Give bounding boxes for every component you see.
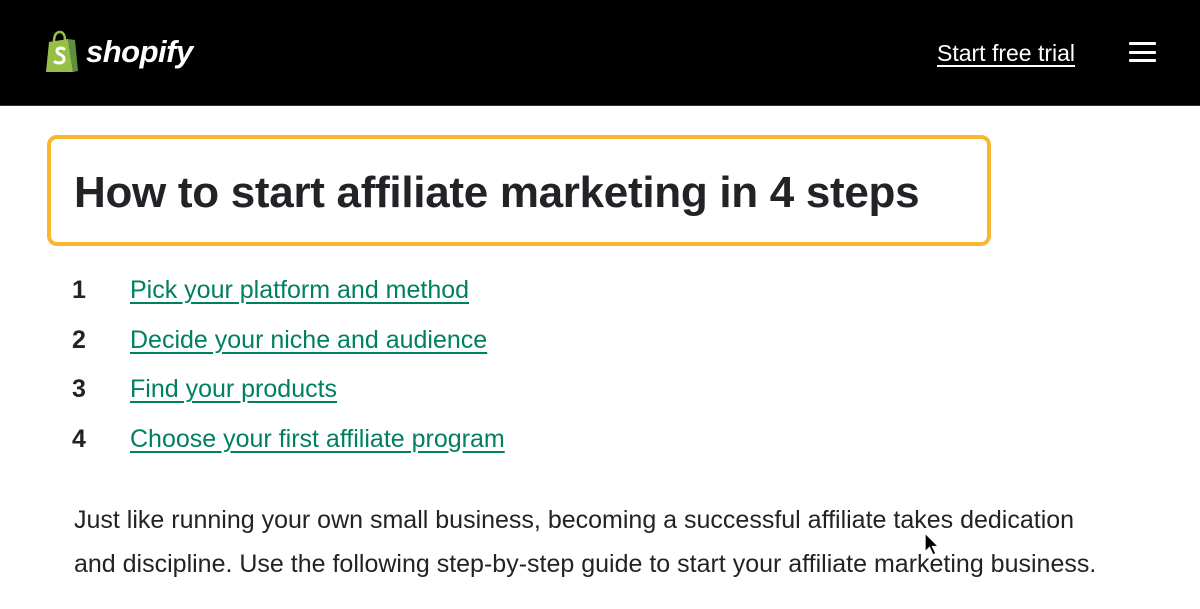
menu-button[interactable] [1128, 40, 1158, 64]
list-item: 2 Decide your niche and audience [72, 316, 505, 366]
shopping-bag-icon [46, 30, 78, 72]
logo-wordmark: shopify [86, 34, 193, 69]
shopify-logo[interactable]: shopify [42, 30, 193, 74]
step-link[interactable]: Pick your platform and method [130, 276, 469, 305]
step-link[interactable]: Find your products [130, 375, 337, 404]
hamburger-menu-icon [1129, 50, 1156, 54]
step-number: 2 [72, 325, 86, 354]
list-item: 1 Pick your platform and method [72, 266, 505, 316]
hamburger-menu-icon [1129, 59, 1156, 62]
list-item: 4 Choose your first affiliate program [72, 415, 505, 465]
step-link[interactable]: Decide your niche and audience [130, 326, 487, 355]
page-title: How to start affiliate marketing in 4 st… [74, 168, 920, 217]
intro-paragraph: Just like running your own small busines… [74, 506, 1097, 578]
mouse-pointer-icon [924, 532, 941, 556]
hamburger-menu-icon [1129, 42, 1156, 45]
step-number: 3 [72, 375, 86, 404]
step-link[interactable]: Choose your first affiliate program [130, 425, 505, 454]
step-number: 4 [72, 424, 86, 453]
steps-list: 1 Pick your platform and method 2 Decide… [72, 266, 505, 464]
site-header: shopify Start free trial [0, 0, 1200, 106]
start-free-trial-link[interactable]: Start free trial [937, 38, 1075, 68]
list-item: 3 Find your products [72, 365, 505, 415]
step-number: 1 [72, 276, 86, 305]
